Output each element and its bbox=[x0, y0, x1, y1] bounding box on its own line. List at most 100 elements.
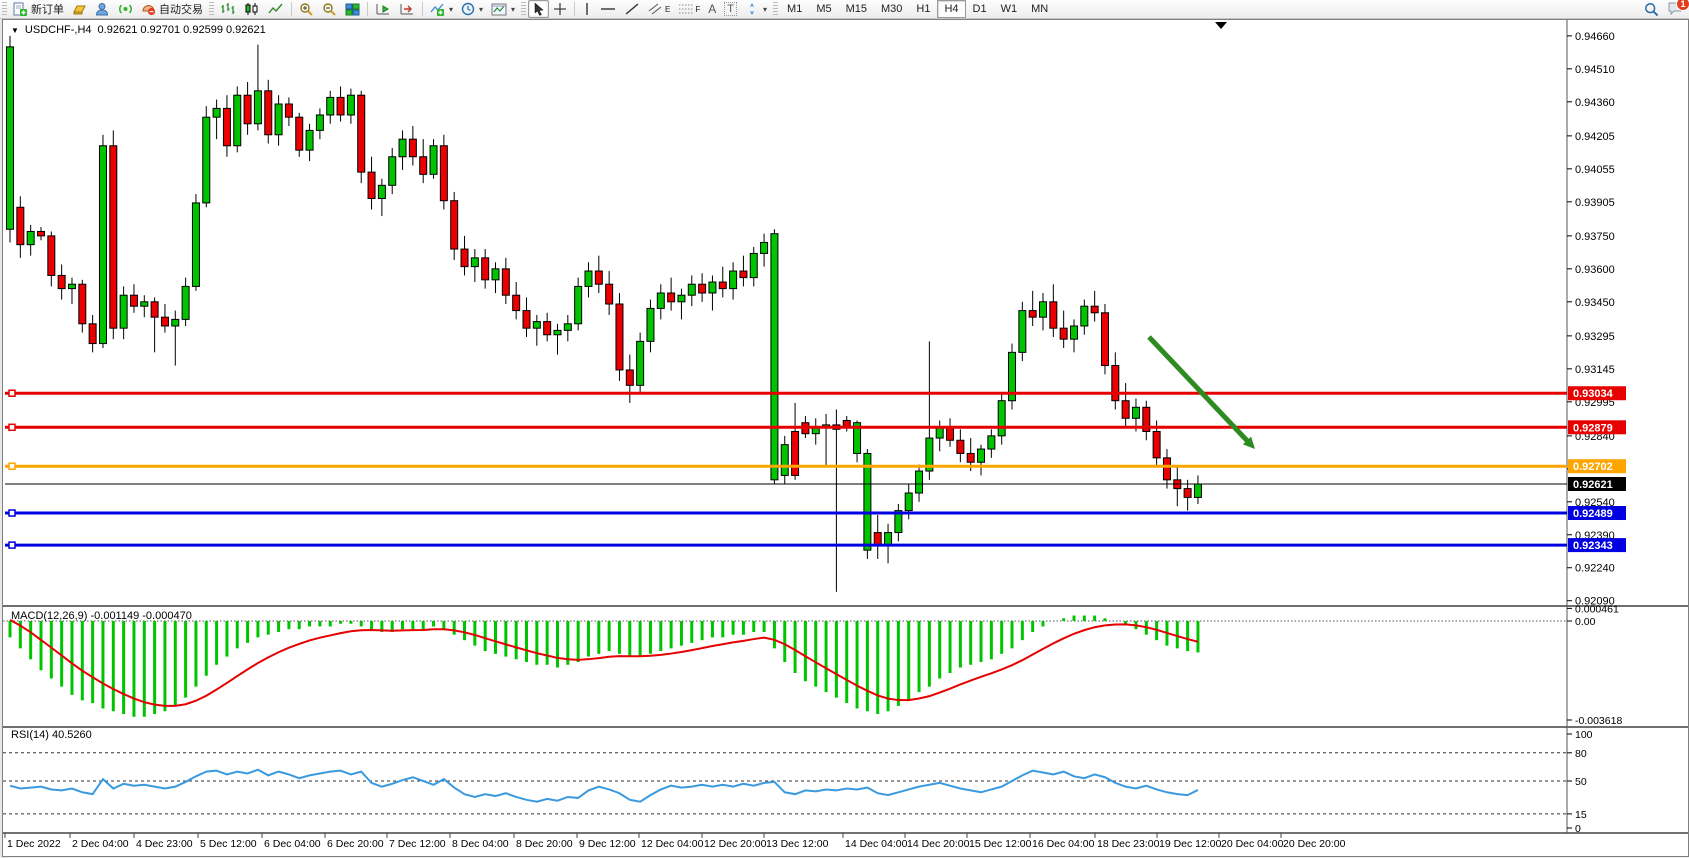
candle-body[interactable] bbox=[306, 130, 313, 150]
candle-body[interactable] bbox=[761, 242, 768, 253]
line-handle[interactable] bbox=[9, 510, 15, 516]
candle-body[interactable] bbox=[668, 293, 675, 302]
zoom-out-button[interactable] bbox=[318, 0, 341, 18]
candle-body[interactable] bbox=[678, 295, 685, 302]
candle-body[interactable] bbox=[234, 95, 241, 146]
candle-body[interactable] bbox=[585, 271, 592, 286]
signals-button[interactable] bbox=[114, 0, 137, 18]
candle-body[interactable] bbox=[420, 157, 427, 175]
candle-body[interactable] bbox=[533, 322, 540, 329]
channel-tool-button[interactable]: E bbox=[644, 0, 674, 18]
candle-body[interactable] bbox=[296, 117, 303, 150]
indicators-button[interactable]: ▾ bbox=[426, 0, 457, 18]
candle-body[interactable] bbox=[978, 449, 985, 462]
candle-body[interactable] bbox=[513, 295, 520, 310]
chart-shift-button[interactable] bbox=[395, 0, 419, 18]
text-tool-button[interactable]: A bbox=[704, 0, 720, 18]
candle-body[interactable] bbox=[172, 319, 179, 326]
candle-body[interactable] bbox=[141, 302, 148, 306]
candle-body[interactable] bbox=[1091, 306, 1098, 313]
candle-body[interactable] bbox=[285, 104, 292, 117]
candle-body[interactable] bbox=[657, 293, 664, 308]
candle-body[interactable] bbox=[637, 341, 644, 385]
toolbar-grip[interactable] bbox=[209, 2, 214, 16]
candle-body[interactable] bbox=[740, 271, 747, 278]
candle-body[interactable] bbox=[1060, 328, 1067, 339]
candle-body[interactable] bbox=[440, 146, 447, 201]
candle-body[interactable] bbox=[1122, 401, 1129, 419]
candle-body[interactable] bbox=[368, 172, 375, 198]
timeframe-button-M30[interactable]: M30 bbox=[874, 0, 909, 18]
candle-body[interactable] bbox=[864, 453, 871, 550]
candle-body[interactable] bbox=[99, 146, 106, 344]
bar-chart-button[interactable] bbox=[216, 0, 240, 18]
candle-body[interactable] bbox=[1081, 306, 1088, 326]
label-tool-button[interactable]: T bbox=[720, 0, 741, 18]
trendline-tool-button[interactable] bbox=[620, 0, 644, 18]
candle-body[interactable] bbox=[957, 440, 964, 453]
zoom-in-button[interactable] bbox=[295, 0, 318, 18]
crosshair-tool-button[interactable] bbox=[549, 0, 571, 18]
candle-body[interactable] bbox=[254, 91, 261, 124]
candle-body[interactable] bbox=[461, 249, 468, 267]
candle-body[interactable] bbox=[1184, 489, 1191, 498]
fibonacci-tool-button[interactable]: F bbox=[674, 0, 704, 18]
timeframe-button-M1[interactable]: M1 bbox=[780, 0, 809, 18]
candle-body[interactable] bbox=[792, 431, 799, 475]
candle-body[interactable] bbox=[265, 91, 272, 135]
candle-body[interactable] bbox=[616, 304, 623, 370]
timeframe-button-W1[interactable]: W1 bbox=[994, 0, 1025, 18]
candle-body[interactable] bbox=[1050, 302, 1057, 328]
candle-body[interactable] bbox=[544, 322, 551, 335]
line-handle[interactable] bbox=[9, 390, 15, 396]
candle-body[interactable] bbox=[151, 302, 158, 317]
templates-button[interactable]: ▾ bbox=[487, 0, 519, 18]
candle-body[interactable] bbox=[1019, 311, 1026, 353]
candle-body[interactable] bbox=[203, 117, 210, 203]
toolbar-grip[interactable] bbox=[773, 2, 778, 16]
candle-body[interactable] bbox=[1029, 311, 1036, 318]
horizontal-line-tool-button[interactable] bbox=[596, 0, 620, 18]
history-center-button[interactable] bbox=[68, 0, 91, 18]
timeframe-button-D1[interactable]: D1 bbox=[966, 0, 994, 18]
candle-body[interactable] bbox=[389, 157, 396, 186]
candle-body[interactable] bbox=[378, 185, 385, 198]
candle-body[interactable] bbox=[244, 95, 251, 124]
candle-body[interactable] bbox=[1101, 313, 1108, 366]
candle-body[interactable] bbox=[771, 234, 778, 480]
candle-body[interactable] bbox=[17, 207, 24, 244]
candle-body[interactable] bbox=[110, 146, 117, 328]
candle-body[interactable] bbox=[647, 308, 654, 341]
candle-body[interactable] bbox=[575, 286, 582, 323]
candle-body[interactable] bbox=[1040, 302, 1047, 317]
line-handle[interactable] bbox=[9, 542, 15, 548]
candle-body[interactable] bbox=[130, 295, 137, 306]
candle-body[interactable] bbox=[967, 453, 974, 462]
candle-body[interactable] bbox=[523, 311, 530, 329]
toolbar-grip[interactable] bbox=[521, 2, 526, 16]
tile-windows-button[interactable] bbox=[341, 0, 364, 18]
candle-body[interactable] bbox=[120, 295, 127, 328]
chart-canvas[interactable]: 0.946600.945100.943600.942050.940550.939… bbox=[3, 20, 1688, 856]
candle-body[interactable] bbox=[1112, 366, 1119, 401]
candle-body[interactable] bbox=[947, 427, 954, 440]
candle-body[interactable] bbox=[750, 253, 757, 277]
candle-body[interactable] bbox=[327, 97, 334, 115]
candle-body[interactable] bbox=[358, 95, 365, 172]
candle-body[interactable] bbox=[337, 97, 344, 115]
candle-body[interactable] bbox=[1132, 407, 1139, 418]
candle-body[interactable] bbox=[1070, 326, 1077, 339]
candle-body[interactable] bbox=[161, 317, 168, 326]
candle-body[interactable] bbox=[688, 284, 695, 295]
candlestick-chart-button[interactable] bbox=[240, 0, 264, 18]
candle-body[interactable] bbox=[451, 201, 458, 249]
auto-scroll-button[interactable] bbox=[371, 0, 395, 18]
candle-body[interactable] bbox=[905, 493, 912, 511]
profile-button[interactable] bbox=[91, 0, 114, 18]
candle-body[interactable] bbox=[58, 275, 65, 288]
periods-button[interactable]: ▾ bbox=[457, 0, 487, 18]
candle-body[interactable] bbox=[79, 284, 86, 324]
candle-body[interactable] bbox=[347, 95, 354, 115]
candle-body[interactable] bbox=[699, 284, 706, 293]
candle-body[interactable] bbox=[409, 139, 416, 157]
